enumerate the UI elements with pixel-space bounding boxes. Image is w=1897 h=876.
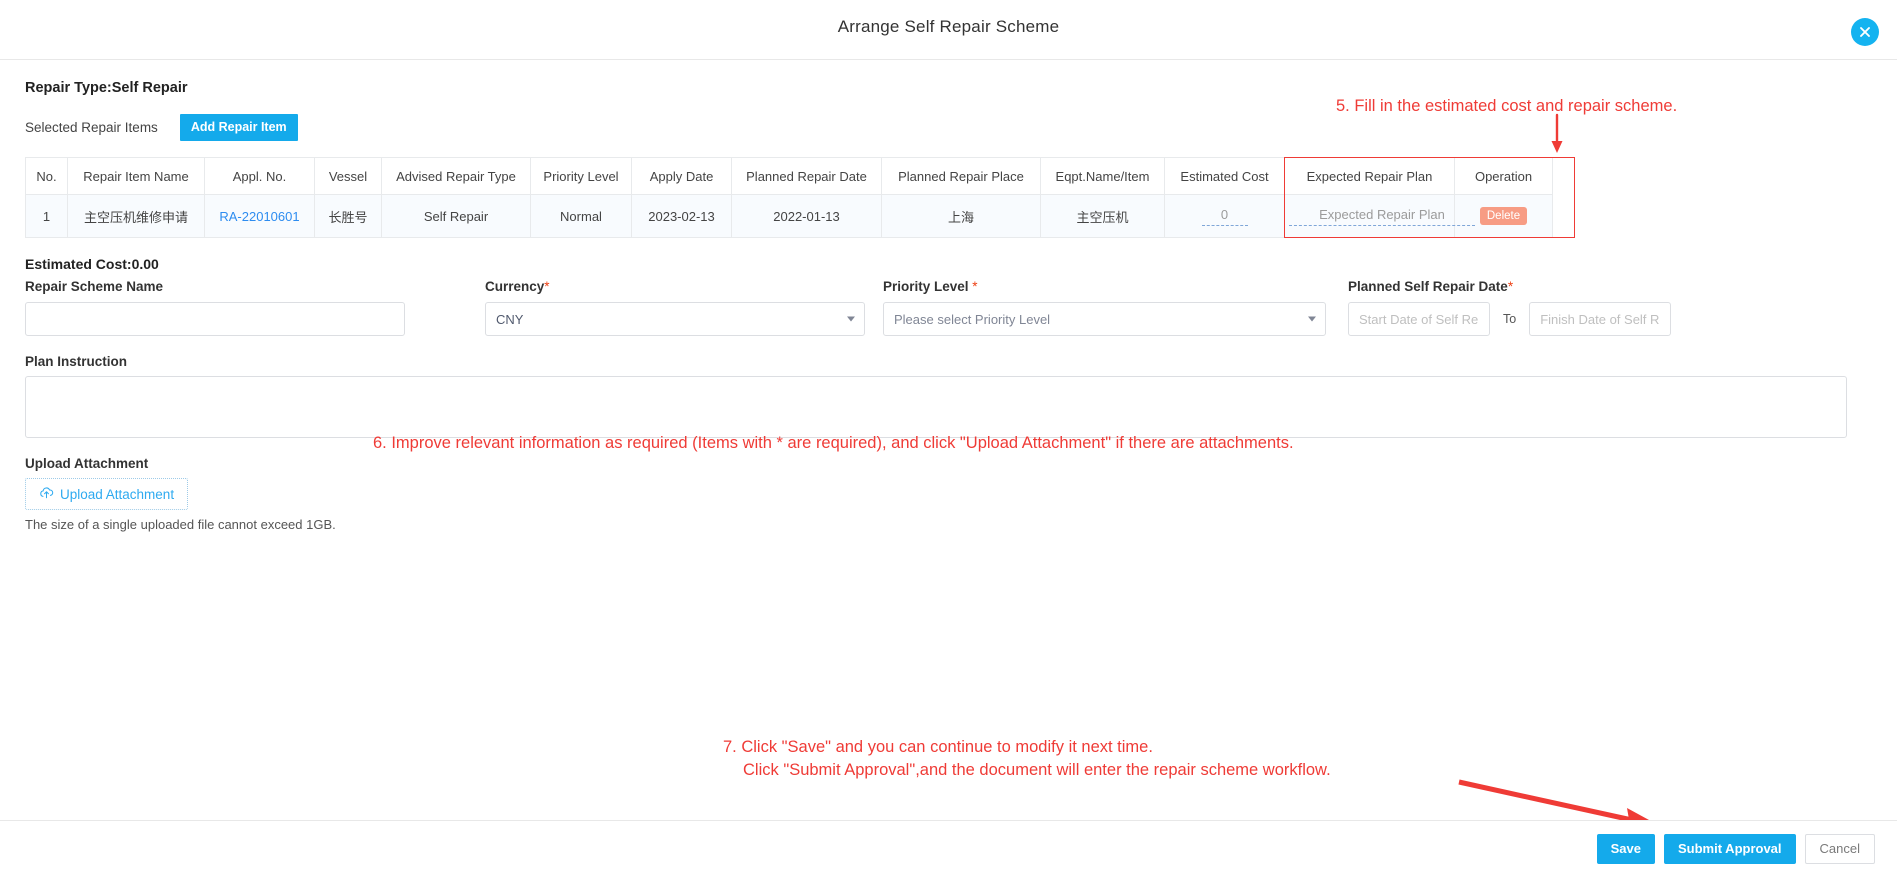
col-operation: Operation [1454, 157, 1553, 195]
planned-self-repair-date-label-text: Planned Self Repair Date [1348, 279, 1508, 294]
repair-scheme-name-input[interactable] [25, 302, 405, 336]
cell-no: 1 [25, 194, 68, 238]
currency-required-mark: * [544, 279, 550, 294]
repair-type-text: Repair Type:Self Repair [25, 80, 188, 96]
cloud-upload-icon [39, 486, 54, 502]
col-appl-no: Appl. No. [204, 157, 315, 195]
chevron-down-icon [1308, 316, 1316, 322]
currency-select[interactable]: CNY [485, 302, 865, 336]
col-estimated-cost: Estimated Cost [1164, 157, 1285, 195]
col-apply-date: Apply Date [631, 157, 732, 195]
upload-attachment-button[interactable]: Upload Attachment [25, 478, 189, 510]
form-row-1: Repair Scheme Name Currency* CNY Priorit… [25, 279, 1872, 336]
upload-attachment-label: Upload Attachment [25, 456, 149, 471]
repair-scheme-name-label: Repair Scheme Name [25, 279, 164, 294]
close-icon[interactable] [1851, 18, 1879, 46]
col-repair-item-name: Repair Item Name [67, 157, 205, 195]
modal-footer: Save Submit Approval Cancel [0, 820, 1897, 876]
cell-eqpt-name-item: 主空压机 [1040, 194, 1165, 238]
field-currency: Currency* CNY [485, 279, 865, 336]
cell-appl-no[interactable]: RA-22010601 [204, 194, 315, 238]
annotation-step-7-line2: Click "Submit Approval",and the document… [743, 761, 1331, 779]
page-title: Arrange Self Repair Scheme [837, 17, 1060, 36]
col-eqpt-name-item: Eqpt.Name/Item [1040, 157, 1165, 195]
annotation-step-7: 7. Click "Save" and you can continue to … [723, 736, 1331, 782]
col-vessel: Vessel [314, 157, 382, 195]
cell-estimated-cost[interactable]: 0 [1164, 194, 1285, 238]
expected-repair-plan-input[interactable]: Expected Repair Plan [1289, 207, 1475, 226]
priority-level-selected-value: Please select Priority Level [894, 311, 1051, 327]
priority-level-label: Priority Level * [883, 279, 1326, 294]
table-row: 1 主空压机维修申请 RA-22010601 长胜号 Self Repair N… [25, 194, 1553, 238]
selected-repair-items-row: Selected Repair Items Add Repair Item [25, 113, 1872, 141]
plan-instruction-textarea[interactable] [25, 376, 1847, 438]
field-priority-level: Priority Level * Please select Priority … [883, 279, 1326, 336]
upload-attachment-button-label: Upload Attachment [60, 486, 175, 502]
repair-items-table: No. Repair Item Name Appl. No. Vessel Ad… [25, 157, 1553, 238]
priority-level-select[interactable]: Please select Priority Level [883, 302, 1326, 336]
col-priority-level: Priority Level [530, 157, 632, 195]
cell-priority-level: Normal [530, 194, 632, 238]
priority-level-required-mark: * [972, 279, 978, 294]
plan-instruction-label: Plan Instruction [25, 354, 128, 369]
add-repair-item-button[interactable]: Add Repair Item [179, 113, 298, 141]
field-repair-scheme-name: Repair Scheme Name [25, 279, 405, 336]
cell-repair-item-name: 主空压机维修申请 [67, 194, 205, 238]
cell-apply-date: 2023-02-13 [631, 194, 732, 238]
planned-self-repair-date-label: Planned Self Repair Date* [1348, 279, 1743, 294]
col-advised-repair-type: Advised Repair Type [381, 157, 531, 195]
currency-label: Currency* [485, 279, 865, 294]
cell-advised-repair-type: Self Repair [381, 194, 531, 238]
chevron-down-icon [847, 316, 855, 322]
start-date-input[interactable] [1348, 302, 1490, 336]
planned-self-repair-date-range: To [1348, 302, 1743, 336]
field-planned-self-repair-date: Planned Self Repair Date* To [1348, 279, 1743, 336]
estimated-cost-input[interactable]: 0 [1201, 207, 1248, 226]
finish-date-input[interactable] [1529, 302, 1672, 336]
modal-header: Arrange Self Repair Scheme [0, 0, 1897, 60]
currency-label-text: Currency [485, 279, 545, 294]
save-button[interactable]: Save [1596, 833, 1655, 864]
delete-row-button[interactable]: Delete [1479, 207, 1528, 225]
arrange-self-repair-scheme-modal: Arrange Self Repair Scheme Repair Type:S… [0, 0, 1897, 876]
submit-approval-button[interactable]: Submit Approval [1664, 833, 1796, 864]
modal-body: Repair Type:Self Repair Selected Repair … [0, 60, 1897, 532]
cell-planned-repair-place: 上海 [881, 194, 1041, 238]
cancel-button[interactable]: Cancel [1804, 833, 1875, 864]
col-no: No. [25, 157, 68, 195]
repair-items-table-wrap: No. Repair Item Name Appl. No. Vessel Ad… [25, 157, 1872, 238]
appl-no-link[interactable]: RA-22010601 [219, 209, 299, 224]
cell-expected-repair-plan[interactable]: Expected Repair Plan [1284, 194, 1475, 238]
selected-repair-items-label: Selected Repair Items [25, 119, 158, 135]
col-expected-repair-plan: Expected Repair Plan [1284, 157, 1455, 195]
col-planned-repair-date: Planned Repair Date [731, 157, 882, 195]
currency-selected-value: CNY [496, 311, 524, 327]
upload-size-hint: The size of a single uploaded file canno… [25, 517, 336, 532]
col-planned-repair-place: Planned Repair Place [881, 157, 1041, 195]
annotation-step-7-line1: 7. Click "Save" and you can continue to … [723, 738, 1153, 756]
planned-self-repair-date-required-mark: * [1507, 279, 1514, 294]
priority-level-label-text: Priority Level [883, 279, 973, 294]
estimated-cost-summary: Estimated Cost:0.00 [25, 256, 159, 272]
table-header-row: No. Repair Item Name Appl. No. Vessel Ad… [25, 157, 1553, 195]
cell-vessel: 长胜号 [314, 194, 382, 238]
date-range-separator: To [1503, 312, 1517, 326]
cell-planned-repair-date: 2022-01-13 [731, 194, 882, 238]
